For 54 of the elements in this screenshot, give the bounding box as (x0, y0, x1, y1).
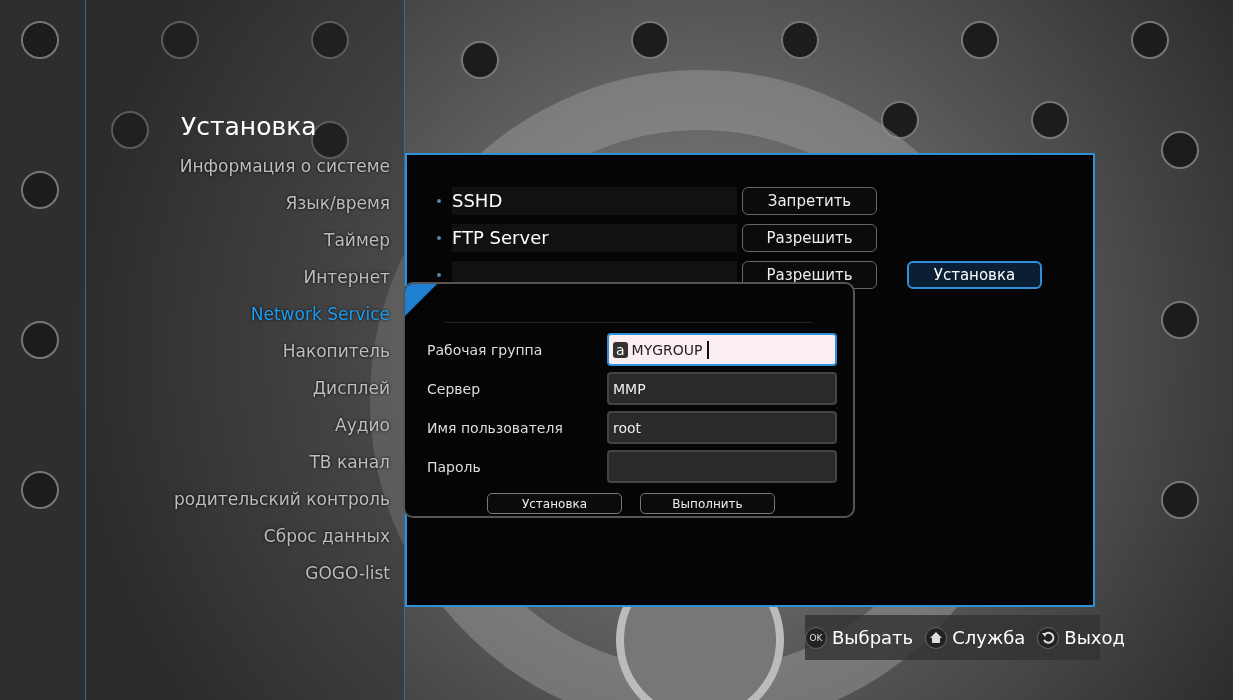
bullet-icon (437, 273, 441, 277)
gear-hole (21, 321, 59, 359)
setup-button[interactable]: Установка (907, 261, 1042, 289)
dialog-button[interactable]: Выполнить (640, 493, 775, 514)
menu-item[interactable]: Интернет (303, 264, 390, 301)
field-label: Пароль (427, 458, 482, 475)
gear-hole (881, 101, 919, 139)
menu-item[interactable]: родительский контроль (173, 486, 390, 523)
service-label: SSHD (452, 187, 737, 215)
field-label: Рабочая группа (427, 341, 544, 358)
input-field[interactable]: a MYGROUP (607, 333, 837, 366)
menu-item[interactable]: Таймер (324, 227, 390, 264)
hint-label: Выход (1064, 627, 1125, 648)
menu-item[interactable]: Информация о системе (179, 153, 390, 190)
hint-label: Выбрать (832, 627, 914, 648)
ok-key-icon: OK (805, 626, 827, 649)
field-label: Имя пользователя (427, 419, 564, 436)
gear-hole (21, 21, 59, 59)
field-label: Сервер (427, 380, 482, 397)
gear-hole (781, 21, 819, 59)
gear-hole (631, 21, 669, 59)
bullet-icon (437, 236, 441, 240)
gear-hole (111, 111, 149, 149)
input-field[interactable]: root (607, 411, 837, 444)
toggle-button[interactable]: Разрешить (742, 224, 877, 252)
bullet-icon (437, 199, 441, 203)
hint-label: Служба (952, 627, 1026, 648)
home-icon (925, 626, 948, 649)
toggle-button[interactable]: Запретить (742, 187, 877, 215)
gear-hole (461, 41, 499, 79)
menu-item[interactable]: Network Service (250, 301, 390, 338)
gear-hole (1131, 21, 1169, 59)
menu-item[interactable]: Аудио (335, 412, 390, 449)
menu-item[interactable]: Дисплей (312, 375, 390, 412)
gear-hole (1161, 131, 1199, 169)
sidebar-title: Установка (181, 112, 317, 141)
gear-hole (21, 471, 59, 509)
menu-item[interactable]: GOGO-list (305, 560, 390, 597)
gear-hole (1031, 101, 1069, 139)
gear-hole (161, 21, 199, 59)
menu-item[interactable]: Накопитель (282, 338, 390, 375)
gear-hole (1161, 301, 1199, 339)
gear-hole (961, 21, 999, 59)
menu-item[interactable]: Сброс данных (263, 523, 390, 560)
menu-item[interactable]: Язык/время (285, 190, 390, 227)
gear-hole (311, 21, 349, 59)
gear-hole (1161, 481, 1199, 519)
dialog-button[interactable]: Установка (487, 493, 622, 514)
gear-hole (21, 171, 59, 209)
input-field[interactable]: MMP (607, 372, 837, 405)
menu-item[interactable]: ТВ канал (309, 449, 390, 486)
service-label: FTP Server (452, 224, 737, 252)
corner-accent (405, 284, 437, 316)
input-field[interactable] (607, 450, 837, 483)
